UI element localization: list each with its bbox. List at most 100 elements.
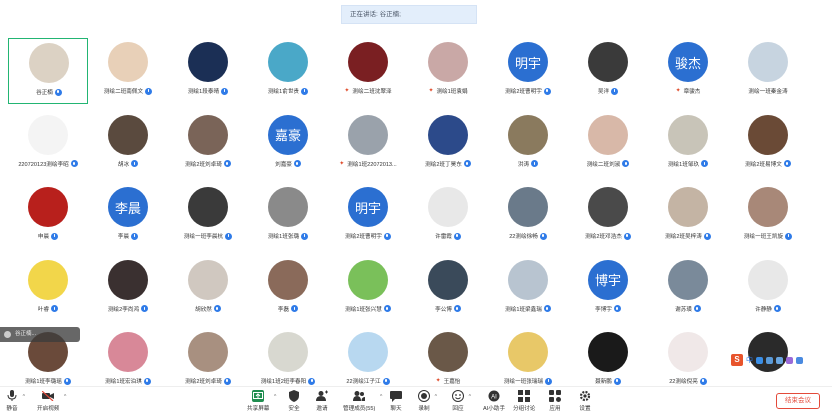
participant-tile[interactable]: 2207201​23测绘李昭 xyxy=(8,111,88,177)
participant-tile[interactable]: 测绘1俞世贵 xyxy=(248,38,328,104)
participant-tile[interactable]: 测绘2李尚鸿 xyxy=(88,256,168,322)
participant-tile[interactable]: 李公博 xyxy=(408,256,488,322)
breakout-button[interactable]: 分组讨论 xyxy=(513,390,535,414)
members-button[interactable]: 管理成员(55) ^ xyxy=(343,390,382,414)
chevron-up-icon[interactable]: ^ xyxy=(23,394,25,400)
host-icon: ✦ xyxy=(428,88,434,94)
participant-tile[interactable]: 李磊 xyxy=(248,256,328,322)
participant-name-row: 李公博 xyxy=(402,304,494,314)
chevron-up-icon[interactable]: ^ xyxy=(64,394,66,400)
mic-status-icon xyxy=(301,232,309,240)
mute-button[interactable]: 静音 ^ xyxy=(6,390,25,414)
end-meeting-button[interactable]: 结束会议 xyxy=(776,393,820,409)
participant-tile[interactable]: 明宇 测绘2班曹明宇 xyxy=(328,183,408,249)
participant-tile[interactable]: 22测绘徐畅 xyxy=(488,183,568,249)
ime-toolbar[interactable]: S 中 xyxy=(731,353,831,367)
participant-name-row: 李晨 xyxy=(82,231,174,241)
participant-tile[interactable]: ✦ 测绘二班沈翠泽 xyxy=(328,38,408,104)
chevron-up-icon[interactable]: ^ xyxy=(435,394,437,400)
chat-button[interactable]: 聊天 xyxy=(390,390,402,414)
participant-name-row: 测绘2班易博文 xyxy=(722,159,814,169)
chat-icon xyxy=(390,390,402,402)
participant-tile[interactable]: 测绘二班南佩文 xyxy=(88,38,168,104)
avatar xyxy=(108,259,148,300)
participant-tile[interactable]: 测绘2班吴梓涛 xyxy=(648,183,728,249)
ime-skin-icon[interactable] xyxy=(786,356,793,364)
record-button[interactable]: 录制 ^ xyxy=(418,390,437,414)
participant-name-row: 22测绘江子江 xyxy=(322,376,414,386)
participant-tile[interactable]: 测绘1班梁鑫瑞 xyxy=(488,256,568,322)
participant-tile[interactable]: 22测绘江子江 xyxy=(328,328,408,394)
participant-name: 测绘2班易博文 xyxy=(745,161,782,168)
participant-tile[interactable]: 许雷霞 xyxy=(408,183,488,249)
ime-lang[interactable]: 中 xyxy=(746,355,753,365)
chevron-up-icon[interactable]: ^ xyxy=(274,394,276,400)
participant-name: 测绘一班王凯旋 xyxy=(743,234,784,240)
ime-moon-icon[interactable] xyxy=(756,356,763,364)
chevron-up-icon[interactable]: ^ xyxy=(380,394,382,400)
participant-name-row: 测绘1班梁鑫瑞 xyxy=(482,304,574,314)
participant-tile[interactable]: ✦ 测绘1班袁娟 xyxy=(408,38,488,104)
participant-tile[interactable]: 测绘一班张瑞瑞 xyxy=(488,328,568,394)
ai-assistant-button[interactable]: AI AI小助手 xyxy=(483,390,505,414)
participant-tile[interactable]: ✦ 王嘉怡 xyxy=(408,328,488,394)
mic-status-icon xyxy=(785,232,793,240)
participant-tile[interactable]: 测绘一班李晨杭 xyxy=(168,183,248,249)
participant-tile[interactable]: 嘉豪 刘嘉豪 xyxy=(248,111,328,177)
participant-tile[interactable]: 测绘2班刘卓琦 xyxy=(168,328,248,394)
participant-tile[interactable]: 测绘1班邹玖 xyxy=(648,111,728,177)
participant-tile[interactable]: 测绘2班易博文 xyxy=(728,111,808,177)
participant-tile[interactable]: 测绘2班丁昊东 xyxy=(408,111,488,177)
avatar xyxy=(508,259,548,300)
participant-name: 测绘1班梁鑫瑞 xyxy=(505,306,542,313)
participant-tile[interactable]: 吴洋 xyxy=(568,38,648,104)
participant-tile[interactable]: 测绘二班刘淑 xyxy=(568,111,648,177)
video-button[interactable]: 开启视频 ^ xyxy=(37,390,66,414)
participant-tile[interactable]: 谢苏璜 xyxy=(648,256,728,322)
participant-name: 李博宇 xyxy=(595,306,612,313)
ime-grid-icon[interactable] xyxy=(796,356,803,364)
side-toast[interactable]: 谷正楠... xyxy=(0,327,80,342)
mic-status-icon xyxy=(543,305,551,312)
invite-button[interactable]: 邀请 xyxy=(316,390,328,414)
participant-tile[interactable]: 测绘一班秦金涛 xyxy=(728,38,808,104)
participant-tile[interactable]: 明宇 测绘2班曹明宇 xyxy=(488,38,568,104)
participant-tile[interactable]: 测绘1班2班李春阳 xyxy=(248,328,328,394)
participant-tile[interactable]: 测绘2班邓浩杰 xyxy=(568,183,648,249)
participant-tile[interactable]: 许静静 xyxy=(728,256,808,322)
participant-tile[interactable]: 博宇 李博宇 xyxy=(568,256,648,322)
avatar xyxy=(188,187,228,227)
sogou-logo-icon[interactable]: S xyxy=(731,354,743,366)
avatar xyxy=(28,187,68,227)
security-button[interactable]: 安全 xyxy=(288,390,300,414)
participant-tile[interactable]: 测绘1班张璐 xyxy=(248,183,328,249)
avatar xyxy=(428,187,468,227)
participant-tile[interactable]: 测绘1班宏泊琪 xyxy=(88,328,168,394)
participant-name-row: 测绘1班邹玖 xyxy=(642,159,734,169)
participant-tile[interactable]: 胡欣然 xyxy=(168,256,248,322)
participant-tile[interactable]: 胡冰 xyxy=(88,111,168,177)
participant-tile[interactable]: 聂新鹏 xyxy=(568,328,648,394)
reactions-button[interactable]: 回应 ^ xyxy=(452,390,471,414)
participant-tile[interactable]: 申晨 xyxy=(8,183,88,249)
participant-tile[interactable]: 22测绘倪亮 xyxy=(648,328,728,394)
apps-button[interactable]: 应用 xyxy=(549,390,561,414)
participant-tile[interactable]: ✦ 测绘1班22072013... xyxy=(328,111,408,177)
ime-mic-icon[interactable] xyxy=(766,356,773,364)
participant-tile[interactable]: 测绘一班王凯旋 xyxy=(728,183,808,249)
participant-tile[interactable]: 李晨 李晨 xyxy=(88,183,168,249)
participant-tile[interactable]: 叶睿 xyxy=(8,256,88,322)
participant-name: 测绘1班22072013... xyxy=(347,161,397,168)
apps-icon xyxy=(549,390,561,402)
ime-keyboard-icon[interactable] xyxy=(776,356,783,364)
chevron-up-icon[interactable]: ^ xyxy=(469,394,471,400)
participant-tile[interactable]: 测绘1班张兴慧 xyxy=(328,256,408,322)
participant-tile[interactable]: 洪涛 xyxy=(488,111,568,177)
share-screen-button[interactable]: 共享屏幕 ^ xyxy=(247,390,276,414)
participant-tile[interactable]: 测绘2班刘卓琦 xyxy=(168,111,248,177)
participant-tile[interactable]: 骏杰 ✦ 章骏杰 xyxy=(648,38,728,104)
participant-name-row: 许雷霞 xyxy=(402,231,494,241)
participant-tile[interactable]: 谷正楠 xyxy=(8,38,88,104)
settings-button[interactable]: 设置 xyxy=(579,390,591,414)
participant-tile[interactable]: 测绘1段泰晴 xyxy=(168,38,248,104)
